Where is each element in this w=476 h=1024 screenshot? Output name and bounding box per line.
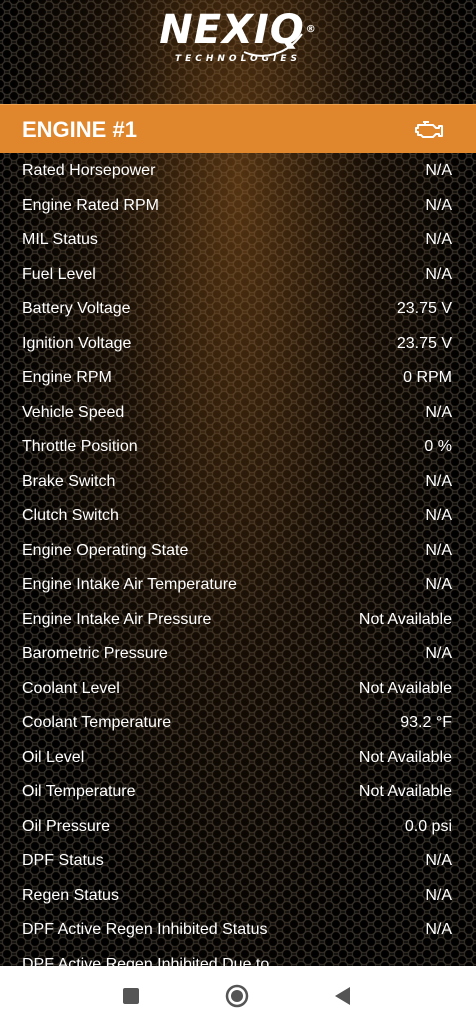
list-item[interactable]: Ignition Voltage 23.75 V	[0, 326, 476, 361]
parameter-label: Engine RPM	[22, 369, 112, 386]
parameter-label: Coolant Level	[22, 679, 120, 697]
parameter-label: Engine Intake Air Temperature	[22, 576, 237, 593]
list-item[interactable]: Engine Intake Air Pressure Not Available	[0, 602, 476, 637]
list-item[interactable]: Throttle Position 0 %	[0, 429, 476, 464]
list-item[interactable]: Barometric Pressure N/A	[0, 636, 476, 671]
list-item[interactable]: Engine Operating State N/A	[0, 533, 476, 568]
list-item[interactable]: MIL Status N/A	[0, 222, 476, 257]
parameter-value: N/A	[425, 886, 452, 904]
list-item[interactable]: Clutch Switch N/A	[0, 498, 476, 533]
parameter-label: Oil Level	[22, 748, 85, 766]
list-item[interactable]: Engine Intake Air Temperature N/A	[0, 567, 476, 602]
parameter-value: N/A	[425, 852, 452, 869]
parameter-value: 0 RPM	[403, 369, 452, 386]
parameter-value: N/A	[425, 231, 452, 248]
parameter-value: 0.0 psi	[404, 817, 452, 835]
list-item[interactable]: Oil Level Not Available	[0, 740, 476, 775]
parameter-value: Not Available	[358, 783, 452, 800]
parameter-value: N/A	[425, 196, 452, 214]
parameter-label: Brake Switch	[22, 472, 116, 490]
parameter-label: Vehicle Speed	[22, 403, 125, 421]
parameter-value: N/A	[425, 576, 452, 593]
parameter-label: DPF Active Regen Inhibited Status	[22, 921, 268, 938]
parameter-value: N/A	[425, 162, 452, 179]
parameter-label: Barometric Pressure	[22, 645, 168, 662]
parameter-label: Ignition Voltage	[22, 334, 132, 352]
parameter-value: N/A	[425, 472, 452, 490]
parameter-value: N/A	[425, 921, 452, 938]
parameter-label: Battery Voltage	[22, 300, 131, 317]
parameter-list[interactable]: Rated Horsepower N/A Engine Rated RPM N/A MI…	[0, 153, 476, 967]
parameter-label: Clutch Switch	[22, 507, 119, 524]
parameter-label: DPF Status	[22, 852, 104, 869]
parameter-value: Not Available	[358, 679, 452, 697]
list-item[interactable]: Regen Status N/A	[0, 878, 476, 913]
list-item[interactable]: Coolant Temperature 93.2 °F	[0, 705, 476, 740]
engine-icon	[415, 121, 443, 138]
square-icon[interactable]	[118, 983, 144, 1009]
parameter-value: N/A	[425, 265, 452, 283]
list-item[interactable]: Engine Rated RPM N/A	[0, 188, 476, 223]
triangle-back-icon[interactable]	[330, 983, 356, 1009]
parameter-label: Engine Intake Air Pressure	[22, 610, 212, 628]
list-item[interactable]: Oil Pressure 0.0 psi	[0, 809, 476, 844]
logo-subtitle: TECHNOLOGIES	[174, 54, 302, 64]
parameter-value: Not Available	[358, 748, 452, 766]
list-item[interactable]: DPF Status N/A	[0, 843, 476, 878]
parameter-value: 23.75 V	[396, 334, 452, 352]
list-item[interactable]: Oil Temperature Not Available	[0, 774, 476, 809]
parameter-value: 0 %	[424, 438, 452, 455]
section-title-bar: ENGINE #1	[0, 104, 476, 153]
app-screen: NEXIQ® TECHNOLOGIES ENGINE #1 Rated Hors…	[0, 0, 476, 1024]
parameter-label: Coolant Temperature	[22, 714, 172, 731]
list-item[interactable]: DPF Active Regen Inhibited Due to	[0, 947, 476, 968]
parameter-value: N/A	[425, 507, 452, 524]
parameter-label: Regen Status	[22, 886, 119, 904]
parameter-label: Oil Temperature	[22, 783, 136, 800]
parameter-value: 23.75 V	[396, 300, 452, 317]
parameter-value: 93.2 °F	[400, 714, 452, 731]
list-item[interactable]: Brake Switch N/A	[0, 464, 476, 499]
parameter-label: Engine Operating State	[22, 541, 189, 559]
parameter-label: MIL Status	[22, 231, 98, 248]
parameter-label: Rated Horsepower	[22, 162, 156, 179]
list-item[interactable]: Coolant Level Not Available	[0, 671, 476, 706]
parameter-label: Engine Rated RPM	[22, 196, 159, 214]
circle-icon[interactable]	[224, 983, 250, 1009]
list-item[interactable]: Battery Voltage 23.75 V	[0, 291, 476, 326]
parameter-value: N/A	[425, 645, 452, 662]
parameter-value: N/A	[425, 541, 452, 559]
parameter-value: N/A	[425, 403, 452, 421]
parameter-value: Not Available	[358, 610, 452, 628]
parameter-label: Fuel Level	[22, 265, 96, 283]
section-title: ENGINE #1	[22, 117, 137, 142]
parameter-label: Oil Pressure	[22, 817, 111, 835]
list-item[interactable]: Rated Horsepower N/A	[0, 153, 476, 188]
system-nav-bar	[0, 966, 476, 1024]
list-item[interactable]: Fuel Level N/A	[0, 257, 476, 292]
parameter-label: Throttle Position	[22, 438, 138, 455]
list-item[interactable]: Vehicle Speed N/A	[0, 395, 476, 430]
list-item[interactable]: Engine RPM 0 RPM	[0, 360, 476, 395]
nexiq-logo: NEXIQ® TECHNOLOGIES	[0, 6, 476, 102]
list-item[interactable]: DPF Active Regen Inhibited Status N/A	[0, 912, 476, 947]
